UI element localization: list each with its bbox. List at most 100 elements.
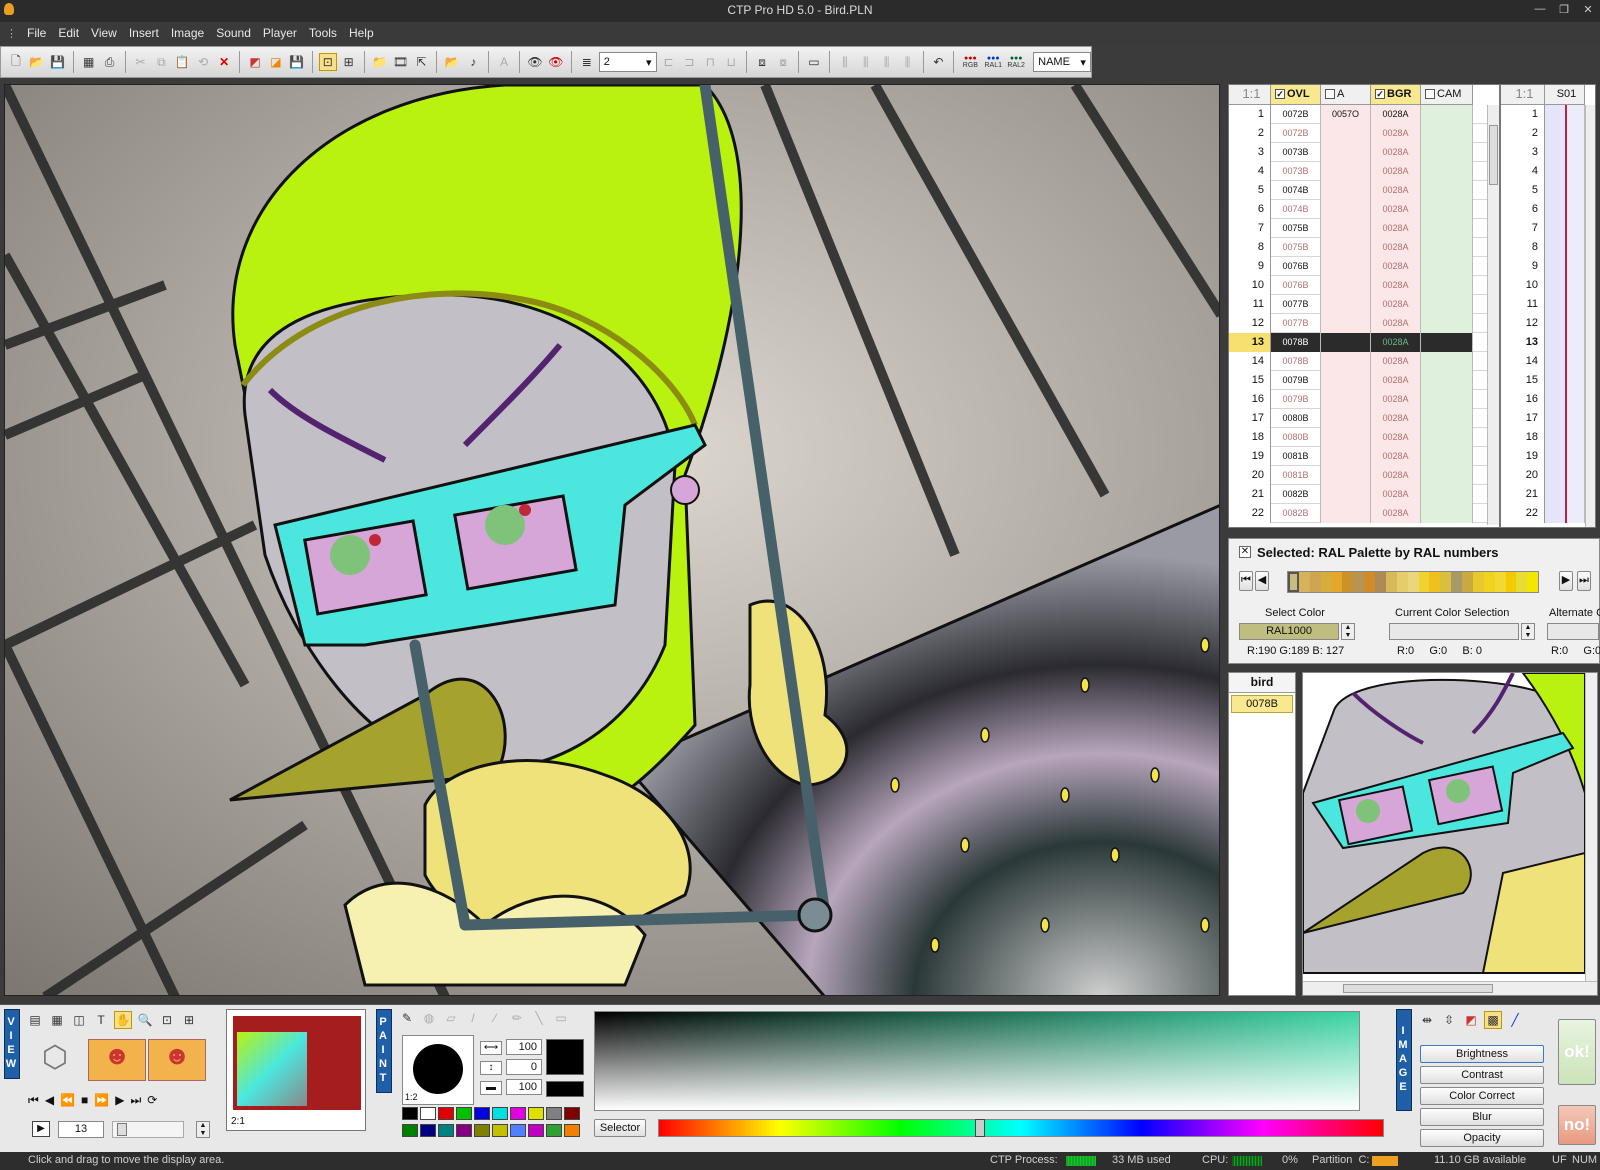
table-row[interactable]: 8 (1501, 238, 1585, 257)
cell-cam[interactable] (1421, 105, 1473, 124)
palette-swatch[interactable] (1396, 572, 1408, 592)
cell-ovl[interactable]: 0073B (1271, 143, 1321, 162)
cell-cam[interactable] (1421, 295, 1473, 314)
row-number[interactable]: 9 (1501, 257, 1545, 276)
xsheet-ratio[interactable]: 1:1 (1229, 85, 1271, 105)
sound-scrollbar[interactable] (1585, 105, 1595, 527)
layer-header[interactable]: bird (1229, 673, 1295, 693)
cell-a[interactable] (1321, 352, 1371, 371)
table-row[interactable]: 2 (1501, 124, 1585, 143)
cell-cam[interactable] (1421, 371, 1473, 390)
table-row[interactable]: 14 0078B 0028A (1229, 352, 1487, 371)
table-row[interactable]: 16 (1501, 390, 1585, 409)
table-row[interactable]: 13 0078B 0028A (1229, 333, 1487, 352)
table-row[interactable]: 9 0076B 0028A (1229, 257, 1487, 276)
row-number[interactable]: 4 (1501, 162, 1545, 181)
column-header-ovl[interactable]: ✓ OVL (1271, 85, 1321, 105)
cell-a[interactable] (1321, 466, 1371, 485)
row-number[interactable]: 13 (1229, 333, 1271, 352)
row-number[interactable]: 4 (1229, 162, 1271, 181)
row-number[interactable]: 2 (1229, 124, 1271, 143)
cell-cam[interactable] (1421, 390, 1473, 409)
cell-s01[interactable] (1545, 447, 1585, 466)
row-number[interactable]: 16 (1229, 390, 1271, 409)
cell-a[interactable] (1321, 200, 1371, 219)
cell-a[interactable] (1321, 409, 1371, 428)
cell-s01[interactable] (1545, 333, 1585, 352)
palette-swatch[interactable] (1375, 572, 1386, 592)
flip-horizontal-icon[interactable]: ⇹ (1418, 1011, 1436, 1029)
cell-cam[interactable] (1421, 238, 1473, 257)
row-number[interactable]: 8 (1229, 238, 1271, 257)
cell-a[interactable] (1321, 219, 1371, 238)
cell-s01[interactable] (1545, 257, 1585, 276)
character-thumb-1[interactable]: ☻ (88, 1039, 146, 1081)
frame-slider-thumb[interactable] (117, 1123, 127, 1136)
sound-wave-icon[interactable]: ♪ (464, 53, 482, 71)
row-number[interactable]: 12 (1229, 314, 1271, 333)
fit-screen-icon[interactable]: ⊞ (340, 53, 358, 71)
row-number[interactable]: 11 (1229, 295, 1271, 314)
undo-icon[interactable]: ⟲ (194, 53, 212, 71)
table-row[interactable]: 1 0072B 0057O 0028A (1229, 105, 1487, 124)
cell-s01[interactable] (1545, 466, 1585, 485)
table-row[interactable]: 15 0079B 0028A (1229, 371, 1487, 390)
row-number[interactable]: 7 (1229, 219, 1271, 238)
palette-swatch[interactable] (1462, 572, 1473, 592)
name-select[interactable]: NAME ▾ (1033, 52, 1091, 72)
cell-s01[interactable] (1545, 352, 1585, 371)
table-row[interactable]: 18 0080B 0028A (1229, 428, 1487, 447)
text-tool-icon[interactable]: T (92, 1011, 110, 1029)
palette-swatch[interactable] (1451, 572, 1462, 592)
ral1-palette-icon[interactable]: ●●● RAL1 (983, 53, 1003, 71)
table-row[interactable]: 10 0076B 0028A (1229, 276, 1487, 295)
color-swatch[interactable] (474, 1107, 490, 1120)
cell-s01[interactable] (1545, 181, 1585, 200)
menu-insert[interactable]: Insert (123, 26, 165, 40)
palette-swatch[interactable] (1342, 572, 1354, 592)
cell-cam[interactable] (1421, 143, 1473, 162)
cell-s01[interactable] (1545, 238, 1585, 257)
palette-swatch[interactable] (1418, 572, 1430, 592)
color-swatch[interactable] (564, 1107, 580, 1120)
cell-s01[interactable] (1545, 409, 1585, 428)
cell-s01[interactable] (1545, 200, 1585, 219)
distribute-icon[interactable]: ⊔ (722, 53, 740, 71)
save-icon[interactable]: 💾 (49, 53, 67, 71)
palette-swatch[interactable] (1527, 572, 1539, 592)
table-row[interactable]: 18 (1501, 428, 1585, 447)
table-row[interactable]: 3 (1501, 143, 1585, 162)
column-header-s01[interactable]: S01 (1545, 85, 1585, 105)
loop-icon[interactable]: ⟳ (147, 1093, 157, 1108)
cell-s01[interactable] (1545, 162, 1585, 181)
ok-button[interactable]: ok! (1558, 1019, 1596, 1085)
film-icon[interactable]: 🎞 (392, 53, 410, 71)
color-swatch[interactable] (438, 1107, 454, 1120)
table-row[interactable]: 7 (1501, 219, 1585, 238)
close-palette-icon[interactable]: ✕ (1239, 546, 1251, 558)
window-icon[interactable]: ▭ (805, 53, 823, 71)
palette-swatch[interactable] (1298, 572, 1310, 592)
cell-cam[interactable] (1421, 504, 1473, 523)
row-number[interactable]: 1 (1501, 105, 1545, 124)
table-row[interactable]: 5 (1501, 181, 1585, 200)
cell-cam[interactable] (1421, 485, 1473, 504)
table-row[interactable]: 16 0079B 0028A (1229, 390, 1487, 409)
first-palette-icon[interactable]: ⏮ (1239, 571, 1253, 591)
color-swatch[interactable] (528, 1107, 544, 1120)
table-row[interactable]: 11 0077B 0028A (1229, 295, 1487, 314)
color-swatch[interactable] (546, 1124, 562, 1137)
minimize-icon[interactable]: — (1532, 3, 1548, 17)
magnifier-icon[interactable]: 🔍 (136, 1011, 154, 1029)
column-header-cam[interactable]: CAM (1421, 85, 1473, 105)
palette-swatch[interactable] (1505, 572, 1517, 592)
cell-ovl[interactable]: 0077B (1271, 295, 1321, 314)
row-number[interactable]: 18 (1501, 428, 1545, 447)
sound-ratio[interactable]: 1:1 (1501, 85, 1545, 105)
cell-ovl[interactable]: 0077B (1271, 314, 1321, 333)
layer-count-select[interactable]: 2 ▾ (598, 52, 657, 72)
close-icon[interactable]: ✕ (1580, 3, 1596, 17)
menu-help[interactable]: Help (343, 26, 380, 40)
rgb-palette-icon[interactable]: ●●● RGB (960, 53, 980, 71)
primary-color-swatch[interactable] (546, 1039, 584, 1075)
